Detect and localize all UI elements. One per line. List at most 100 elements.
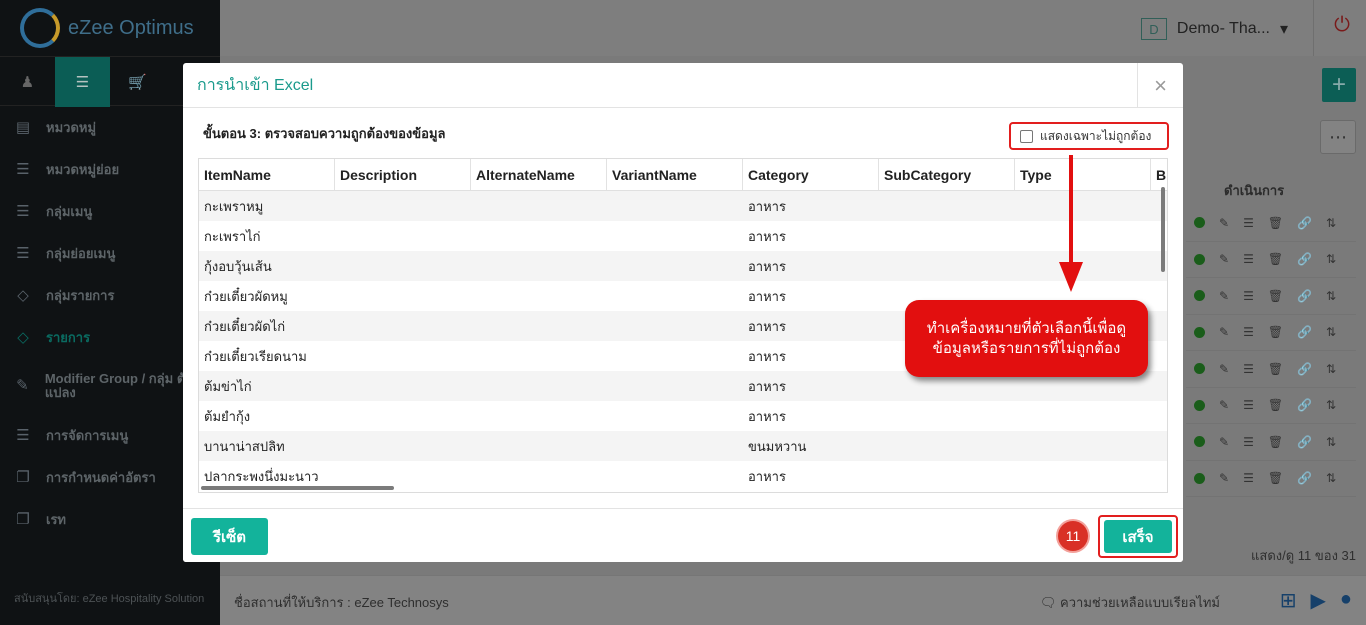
edit-icon[interactable]: ✎ xyxy=(1219,471,1229,485)
column-header[interactable]: Description xyxy=(335,159,471,190)
edit-icon[interactable]: ✎ xyxy=(1219,289,1229,303)
horizontal-scrollbar[interactable] xyxy=(201,486,394,490)
delete-icon[interactable]: 🗑 xyxy=(1268,362,1283,376)
link-icon[interactable]: 🔗 xyxy=(1297,325,1312,339)
edit-icon[interactable]: ✎ xyxy=(1219,252,1229,266)
delete-icon[interactable]: 🗑 xyxy=(1268,471,1283,485)
table-row[interactable]: ต้มยำกุ้ง อาหาร xyxy=(199,401,1167,431)
list-icon[interactable]: ☰ xyxy=(1243,289,1254,303)
status-dot-icon[interactable] xyxy=(1194,363,1205,375)
action-row: ✎ ☰ 🗑 🔗 ⇅ xyxy=(1186,315,1356,351)
move-icon[interactable]: ⇅ xyxy=(1326,289,1336,303)
column-header[interactable]: Category xyxy=(743,159,879,190)
rate-config-icon: ❐ xyxy=(16,469,30,486)
list-icon[interactable]: ☰ xyxy=(1243,362,1254,376)
edit-icon[interactable]: ✎ xyxy=(1219,435,1229,449)
link-icon[interactable]: 🔗 xyxy=(1297,398,1312,412)
status-dot-icon[interactable] xyxy=(1194,290,1205,302)
edit-icon[interactable]: ✎ xyxy=(1219,216,1229,230)
link-icon[interactable]: 🔗 xyxy=(1297,435,1312,449)
dialog-title: การนำเข้า Excel xyxy=(197,76,314,94)
link-icon[interactable]: 🔗 xyxy=(1297,289,1312,303)
user-tab-icon[interactable]: ♟ xyxy=(0,57,55,107)
live-support-label: ความช่วยเหลือแบบเรียลไทม์ xyxy=(1060,595,1220,610)
move-icon[interactable]: ⇅ xyxy=(1326,252,1336,266)
delete-icon[interactable]: 🗑 xyxy=(1268,325,1283,339)
list-tab-icon[interactable]: ☰ xyxy=(55,57,110,107)
chevron-down-icon: ▾ xyxy=(1279,21,1288,38)
table-cell xyxy=(1151,401,1167,431)
link-icon[interactable]: 🔗 xyxy=(1297,216,1312,230)
show-invalid-only-toggle[interactable]: แสดงเฉพาะไม่ถูกต้อง xyxy=(1009,122,1169,150)
move-icon[interactable]: ⇅ xyxy=(1326,216,1336,230)
divider xyxy=(1313,0,1314,56)
table-row[interactable]: กุ้งอบวุ้นเส้น อาหาร xyxy=(199,251,1167,281)
more-options-button[interactable]: ⋯ xyxy=(1320,120,1356,154)
vertical-scrollbar[interactable] xyxy=(1161,187,1165,272)
table-cell: อาหาร xyxy=(748,288,786,304)
list-icon[interactable]: ☰ xyxy=(1243,252,1254,266)
table-row[interactable]: กะเพราไก่ อาหาร xyxy=(199,221,1167,251)
user-menu[interactable]: D Demo- Tha... ▾ xyxy=(1140,18,1288,40)
column-header[interactable]: AlternateName xyxy=(471,159,607,190)
apple-icon[interactable]: ● xyxy=(1340,588,1352,613)
list-icon[interactable]: ☰ xyxy=(1243,398,1254,412)
sidebar-item-label: การกำหนดค่าอัตรา xyxy=(46,469,156,485)
cart-tab-icon[interactable]: 🛒 xyxy=(110,57,165,107)
play-store-icon[interactable]: ▶ xyxy=(1311,588,1326,613)
windows-icon[interactable]: ⊞ xyxy=(1280,588,1297,613)
table-cell: ขนมหวาน xyxy=(748,438,807,454)
table-row[interactable]: กะเพราหมู อาหาร xyxy=(199,191,1167,221)
move-icon[interactable]: ⇅ xyxy=(1326,398,1336,412)
column-header[interactable]: VariantName xyxy=(607,159,743,190)
table-cell xyxy=(335,251,471,281)
list-icon[interactable]: ☰ xyxy=(1243,435,1254,449)
edit-icon[interactable]: ✎ xyxy=(1219,325,1229,339)
delete-icon[interactable]: 🗑 xyxy=(1268,289,1283,303)
status-dot-icon[interactable] xyxy=(1194,326,1205,338)
status-dot-icon[interactable] xyxy=(1194,253,1205,265)
edit-icon[interactable]: ✎ xyxy=(1219,398,1229,412)
move-icon[interactable]: ⇅ xyxy=(1326,435,1336,449)
column-header[interactable]: ItemName xyxy=(199,159,335,190)
checkbox[interactable] xyxy=(1020,129,1033,143)
move-icon[interactable]: ⇅ xyxy=(1326,471,1336,485)
table-cell: ต้มยำกุ้ง xyxy=(204,408,251,424)
table-cell xyxy=(1151,371,1167,401)
list-icon[interactable]: ☰ xyxy=(1243,325,1254,339)
column-header[interactable]: B xyxy=(1151,159,1167,190)
table-cell: ต้มข่าไก่ xyxy=(204,378,252,394)
list-icon[interactable]: ☰ xyxy=(1243,471,1254,485)
delete-icon[interactable]: 🗑 xyxy=(1268,398,1283,412)
status-dot-icon[interactable] xyxy=(1194,399,1205,411)
sidebar-item-label: เรท xyxy=(46,511,66,527)
add-button[interactable]: + xyxy=(1322,68,1356,102)
action-row: ✎ ☰ 🗑 🔗 ⇅ xyxy=(1186,388,1356,424)
link-icon[interactable]: 🔗 xyxy=(1297,252,1312,266)
show-invalid-only-label: แสดงเฉพาะไม่ถูกต้อง xyxy=(1040,128,1152,143)
table-row[interactable]: บานาน่าสปลิท ขนมหวาน xyxy=(199,431,1167,461)
move-icon[interactable]: ⇅ xyxy=(1326,325,1336,339)
list-icon[interactable]: ☰ xyxy=(1243,216,1254,230)
close-icon[interactable]: × xyxy=(1137,63,1183,108)
link-icon[interactable]: 🔗 xyxy=(1297,362,1312,376)
table-cell: อาหาร xyxy=(748,228,786,244)
column-header[interactable]: SubCategory xyxy=(879,159,1015,190)
reset-button[interactable]: รีเซ็ต xyxy=(191,518,268,555)
done-button[interactable]: เสร็จ xyxy=(1104,520,1172,553)
edit-icon[interactable]: ✎ xyxy=(1219,362,1229,376)
callout-arrow-icon xyxy=(1059,155,1083,292)
status-dot-icon[interactable] xyxy=(1194,436,1205,448)
delete-icon[interactable]: 🗑 xyxy=(1268,252,1283,266)
delete-icon[interactable]: 🗑 xyxy=(1268,216,1283,230)
table-cell xyxy=(607,461,743,491)
move-icon[interactable]: ⇅ xyxy=(1326,362,1336,376)
status-dot-icon[interactable] xyxy=(1194,472,1205,484)
power-icon[interactable]: ⏻ xyxy=(1334,14,1350,37)
link-icon[interactable]: 🔗 xyxy=(1297,471,1312,485)
sidebar-item-label: กลุ่มย่อยเมนู xyxy=(46,245,116,261)
sidebar-item-label: รายการ xyxy=(46,329,91,345)
status-dot-icon[interactable] xyxy=(1194,217,1205,229)
delete-icon[interactable]: 🗑 xyxy=(1268,435,1283,449)
live-support-link[interactable]: 🗨 ความช่วยเหลือแบบเรียลไทม์ xyxy=(1040,592,1220,613)
